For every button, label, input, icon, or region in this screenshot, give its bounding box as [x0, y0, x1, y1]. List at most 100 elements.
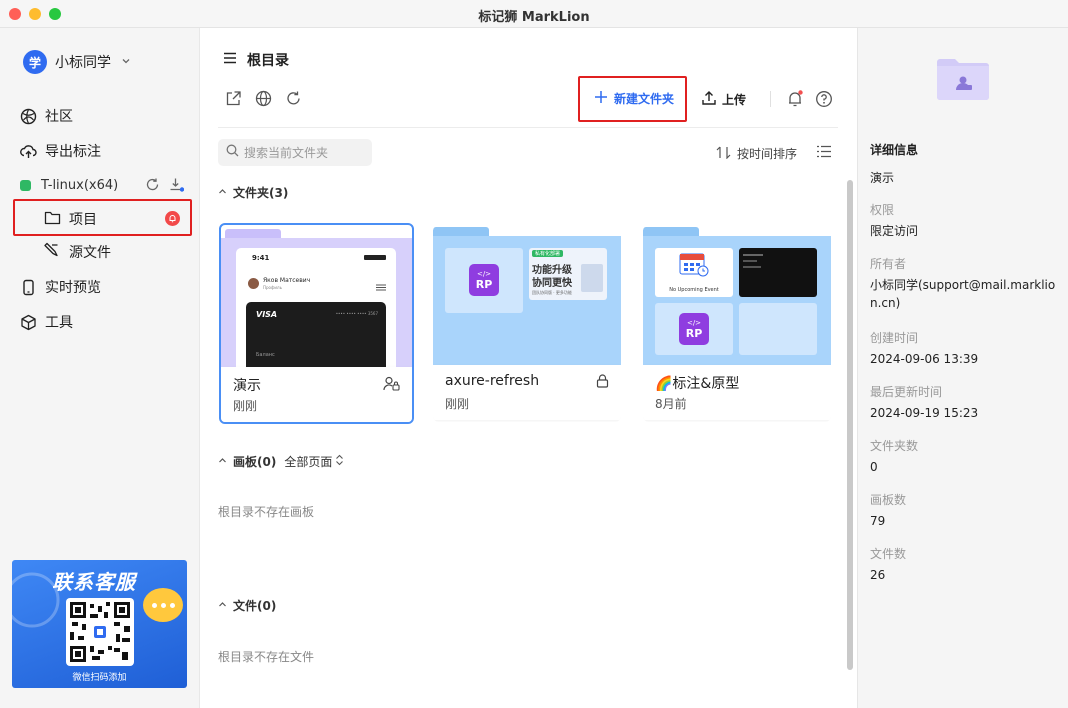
sidebar-item-community[interactable]: 社区: [20, 106, 73, 126]
details-label-board-count: 画板数: [870, 493, 907, 507]
folder-card-info: 演示 刚刚: [221, 367, 412, 422]
thumb-rp: </> RP: [655, 303, 733, 355]
thumb-rp: </> RP: [445, 248, 523, 313]
details-panel: 详细信息 演示 权限 限定访问 所有者 小标同学(support@mail.ma…: [857, 28, 1068, 708]
sidebar-item-label: 项目: [69, 212, 97, 228]
shared-user-icon: [383, 376, 400, 395]
sidebar-item-label: 实时预览: [45, 280, 101, 296]
folder-card-info: 🌈标注&原型 8月前: [643, 365, 831, 420]
chat-bubble-icon: [143, 588, 183, 622]
folders-heading: 文件夹(3): [233, 186, 289, 200]
lock-icon: [596, 374, 609, 392]
folder-updated-time: 刚刚: [233, 399, 258, 413]
menu-icon[interactable]: [223, 52, 237, 68]
thumb-dark-ui: [739, 248, 817, 297]
breadcrumb: 根目录: [223, 50, 289, 70]
list-view-icon[interactable]: [817, 145, 831, 162]
folder-thumbnail: </> RP 私有化部署 功能升级 协同更快 团队协同版 · 更多功能: [433, 225, 621, 365]
folders-section-header[interactable]: 文件夹(3): [218, 184, 288, 201]
source-file-icon: [44, 241, 61, 262]
dark-ui-line: [743, 254, 763, 256]
workspace-status-dot: [20, 179, 31, 191]
details-label-file-count: 文件数: [870, 547, 907, 561]
details-label-folder-count: 文件夹数: [870, 439, 919, 453]
search-input[interactable]: [244, 145, 364, 160]
sort-button[interactable]: 按时间排序: [716, 145, 797, 162]
sidebar-item-source-files[interactable]: 源文件: [44, 241, 111, 262]
promo-caption: 微信扫码添加: [72, 673, 127, 683]
user-menu[interactable]: 学 小标同学: [23, 50, 131, 74]
details-value-file-count: 26: [870, 568, 886, 582]
sidebar-item-label: 社区: [45, 109, 73, 125]
upload-button[interactable]: 上传: [701, 90, 746, 109]
new-folder-button[interactable]: 新建文件夹: [594, 90, 674, 107]
dark-ui-line: [743, 260, 757, 262]
new-folder-label: 新建文件夹: [614, 92, 675, 106]
workspace-name: T-linux(x64): [41, 177, 119, 193]
details-title: 详细信息: [870, 143, 919, 157]
upload-label: 上传: [722, 93, 747, 107]
sidebar-item-live-preview[interactable]: 实时预览: [20, 277, 101, 297]
preview-clock: 9:41: [252, 254, 270, 262]
customer-service-promo[interactable]: 联系客服 微信扫码添加: [12, 560, 187, 688]
sort-icon: [716, 146, 731, 162]
promo-sub: 团队协同版 · 更多功能: [532, 290, 572, 295]
open-external-icon[interactable]: [225, 90, 243, 108]
help-icon[interactable]: [815, 90, 833, 108]
plus-icon: [594, 90, 608, 107]
hamburger-icon: [376, 280, 386, 295]
bell-icon[interactable]: [786, 90, 804, 108]
folder-body: </> RP 私有化部署 功能升级 协同更快 团队协同版 · 更多功能: [433, 236, 621, 365]
boards-empty-text: 根目录不存在画板: [218, 505, 315, 519]
page-filter-select[interactable]: 全部页面: [284, 453, 344, 470]
folder-icon: [44, 210, 61, 229]
chevron-down-icon: [121, 56, 131, 69]
community-icon: [20, 108, 37, 125]
details-value-created: 2024-09-06 13:39: [870, 352, 979, 366]
folder-thumbnail: No Upcoming Event </> RP: [643, 225, 831, 365]
main-content: 根目录 新建文件夹 上传 搜索当前文件夹 按时间排序 文件夹(3) 9:41 Я…: [201, 28, 856, 708]
sidebar-item-export[interactable]: 导出标注: [20, 141, 101, 161]
card-brand: VISA: [256, 310, 278, 319]
contact-avatar: [248, 278, 259, 289]
folder-card[interactable]: 9:41 Яков Матсевич Профиль VISA •••• •••…: [219, 223, 414, 424]
details-value-permission: 限定访问: [870, 224, 919, 238]
user-name: 小标同学: [55, 55, 111, 71]
details-value-folder-count: 0: [870, 460, 878, 474]
folder-card[interactable]: No Upcoming Event </> RP 🌈标注&原型 8月前: [643, 225, 831, 422]
sort-label: 按时间排序: [737, 147, 798, 161]
page-title: 根目录: [247, 53, 289, 69]
details-value-owner: 小标同学(support@mail.marklion.cn): [870, 278, 1056, 310]
download-icon[interactable]: [169, 177, 185, 193]
phone-preview: 9:41 Яков Матсевич Профиль VISA •••• •••…: [236, 248, 396, 382]
folder-card-info: axure-refresh 刚刚: [433, 365, 621, 420]
status-icons: [364, 255, 386, 260]
search-icon: [226, 144, 239, 161]
avatar: 学: [23, 50, 47, 74]
details-label-updated: 最后更新时间: [870, 385, 943, 399]
refresh-icon[interactable]: [145, 177, 161, 193]
sidebar-item-tools[interactable]: 工具: [20, 312, 73, 332]
notification-badge-icon[interactable]: [165, 211, 180, 226]
promo-headline-2: 协同更快: [532, 278, 572, 289]
files-section-header[interactable]: 文件(0): [218, 597, 276, 614]
folder-body: No Upcoming Event </> RP: [643, 236, 831, 365]
chevron-updown-icon: [335, 454, 344, 469]
sidebar: 学 小标同学 社区 导出标注 T-linux(x64) 项目 源文件 实时预览 …: [0, 28, 200, 708]
sidebar-item-label: 源文件: [69, 244, 111, 261]
sidebar-item-project[interactable]: 项目: [44, 209, 97, 229]
chevron-up-icon: [218, 600, 227, 612]
calendar-caption: No Upcoming Event: [669, 287, 719, 293]
main-scrollbar[interactable]: [847, 180, 853, 670]
refresh-icon[interactable]: [285, 90, 303, 108]
folder-card[interactable]: </> RP 私有化部署 功能升级 协同更快 团队协同版 · 更多功能 axure…: [433, 225, 621, 422]
workspace-row[interactable]: T-linux(x64): [20, 177, 185, 193]
promo-illustration: [581, 264, 603, 292]
search-box[interactable]: [218, 139, 372, 166]
page-filter-label: 全部页面: [284, 455, 333, 469]
thumb-empty: [739, 303, 817, 355]
globe-icon[interactable]: [255, 90, 273, 108]
boards-section-header[interactable]: 画板(0) 全部页面: [218, 453, 344, 470]
folder-name: 🌈标注&原型: [655, 376, 740, 392]
title-bar: 标记狮 MarkLion: [0, 0, 1068, 28]
